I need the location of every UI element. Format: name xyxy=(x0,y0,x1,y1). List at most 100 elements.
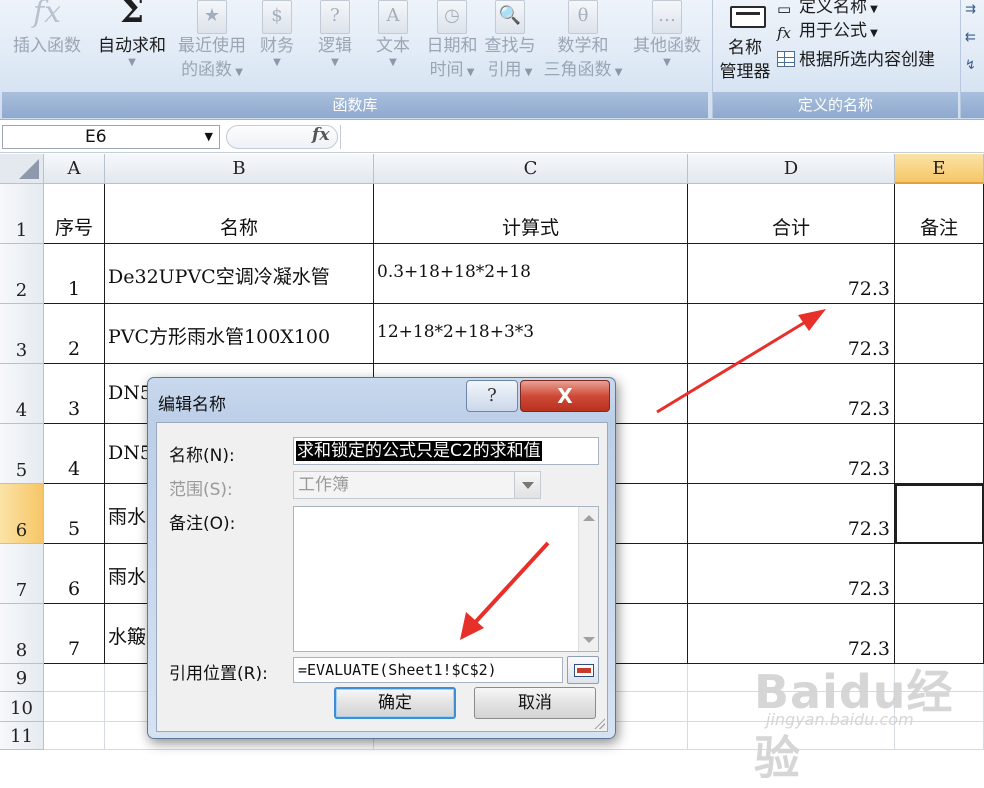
column-header-c[interactable]: C xyxy=(374,154,688,184)
remark-cell[interactable] xyxy=(895,244,984,304)
total-cell[interactable]: 72.3 xyxy=(688,304,895,364)
seq-cell[interactable]: 1 xyxy=(44,244,105,304)
more-functions-button[interactable]: … 其他函数 ▼ xyxy=(628,0,706,68)
recently-used-label-2: 的函数 xyxy=(181,60,233,80)
math-trig-button[interactable]: θ 数学和 三角函数 ▼ xyxy=(540,0,626,82)
header-cell-remark[interactable]: 备注 xyxy=(895,184,984,244)
help-button[interactable]: ? xyxy=(466,380,518,412)
close-button[interactable]: X xyxy=(520,380,610,412)
column-header-b[interactable]: B xyxy=(105,154,374,184)
total-cell[interactable]: 72.3 xyxy=(688,364,895,424)
total-cell[interactable]: 72.3 xyxy=(688,484,895,544)
function-library-group: fx 插入函数 Σ 自动求和 ▼ ★ 最近使用 的函数 ▼ $ 财务 ▼ ? 逻… xyxy=(2,0,708,118)
name-box[interactable]: E6 ▼ xyxy=(2,125,220,149)
remark-cell[interactable] xyxy=(895,544,984,604)
name-field[interactable]: 求和锁定的公式只是C2的求和值 xyxy=(293,437,599,465)
seq-cell[interactable]: 4 xyxy=(44,424,105,484)
remark-cell[interactable] xyxy=(895,364,984,424)
use-in-formula-button[interactable]: fx 用于公式 ▼ xyxy=(777,16,878,41)
cancel-button[interactable]: 取消 xyxy=(474,687,596,719)
header-cell-formula[interactable]: 计算式 xyxy=(374,184,688,244)
row-header[interactable]: 7 xyxy=(0,544,44,604)
total-cell[interactable]: 72.3 xyxy=(688,244,895,304)
name-cell[interactable]: De32UPVC空调冷凝水管 xyxy=(105,244,374,304)
grid-icon xyxy=(777,51,795,67)
formula-cell[interactable]: 0.3+18+18*2+18 xyxy=(374,244,688,304)
scroll-up-icon[interactable] xyxy=(583,515,595,521)
row-header[interactable]: 4 xyxy=(0,364,44,424)
row-header[interactable]: 10 xyxy=(0,692,44,722)
logical-button[interactable]: ? 逻辑 ▼ xyxy=(312,0,358,68)
seq-cell[interactable]: 6 xyxy=(44,544,105,604)
create-from-selection-button[interactable]: 根据所选内容创建 xyxy=(777,45,935,70)
chevron-down-icon: ▼ xyxy=(867,28,878,39)
chevron-down-icon[interactable]: ▼ xyxy=(205,126,213,148)
header-cell-total[interactable]: 合计 xyxy=(688,184,895,244)
row-header[interactable]: 2 xyxy=(0,244,44,304)
insert-function-button[interactable]: fx 插入函数 xyxy=(6,0,88,58)
header-cell-name[interactable]: 名称 xyxy=(105,184,374,244)
comment-textarea[interactable] xyxy=(293,506,599,652)
ok-button[interactable]: 确定 xyxy=(334,687,456,719)
text-button[interactable]: A 文本 ▼ xyxy=(370,0,416,68)
scroll-down-icon[interactable] xyxy=(583,637,595,643)
formula-cell[interactable]: 12+18*2+18+3*3 xyxy=(374,304,688,364)
remark-cell[interactable] xyxy=(895,304,984,364)
resize-grip-icon[interactable] xyxy=(593,717,605,729)
chevron-down-icon: ▼ xyxy=(389,57,397,68)
seq-cell[interactable]: 2 xyxy=(44,304,105,364)
header-cell-seq[interactable]: 序号 xyxy=(44,184,105,244)
row-header[interactable]: 8 xyxy=(0,604,44,664)
name-cell[interactable]: PVC方形雨水管100X100 xyxy=(105,304,374,364)
total-cell[interactable]: 72.3 xyxy=(688,424,895,484)
select-all-button[interactable] xyxy=(0,154,44,184)
trace-precedents-icon[interactable]: ⇉ xyxy=(965,2,976,17)
total-cell[interactable]: 72.3 xyxy=(688,604,895,664)
lookup-reference-label: 查找与 xyxy=(484,36,536,56)
recently-used-button[interactable]: ★ 最近使用 的函数 ▼ xyxy=(172,0,252,82)
trace-dependents-icon[interactable]: ⇇ xyxy=(965,30,976,45)
name-box-value: E6 xyxy=(85,127,107,147)
empty-cell[interactable] xyxy=(44,692,105,722)
column-header-a[interactable]: A xyxy=(44,154,105,184)
more-functions-label: 其他函数 xyxy=(633,36,701,56)
name-label: 名称(N): xyxy=(169,446,235,466)
column-header-d[interactable]: D xyxy=(688,154,895,184)
formula-bar: E6 ▼ fx xyxy=(0,121,984,153)
date-time-label-2: 时间 xyxy=(429,60,464,80)
seq-cell[interactable]: 7 xyxy=(44,604,105,664)
refers-to-field[interactable]: =EVALUATE(Sheet1!$C$2) xyxy=(293,657,563,683)
comment-scrollbar[interactable] xyxy=(578,507,598,651)
date-time-button[interactable]: ◷ 日期和 时间 ▼ xyxy=(424,0,480,82)
defined-names-group: 名称 管理器 ▭ 定义名称 ▼ fx 用于公式 ▼ 根据所选内容创建 定义的名称 xyxy=(712,0,958,118)
row-header[interactable]: 11 xyxy=(0,722,44,750)
total-cell[interactable]: 72.3 xyxy=(688,544,895,604)
autosum-button[interactable]: Σ 自动求和 ▼ xyxy=(92,0,172,68)
collapse-dialog-button[interactable] xyxy=(567,656,599,684)
empty-cell[interactable] xyxy=(44,722,105,750)
remark-cell[interactable] xyxy=(895,424,984,484)
row-header[interactable]: 9 xyxy=(0,664,44,692)
column-header-e[interactable]: E xyxy=(895,154,984,184)
row-header[interactable]: 3 xyxy=(0,304,44,364)
financial-button[interactable]: $ 财务 ▼ xyxy=(254,0,300,68)
seq-cell[interactable]: 5 xyxy=(44,484,105,544)
financial-label: 财务 xyxy=(260,36,294,56)
empty-cell[interactable] xyxy=(44,664,105,692)
magnifier-book-icon: 🔍 xyxy=(495,0,525,34)
remove-arrows-icon[interactable]: ↯ xyxy=(965,58,976,73)
selected-cell-e6[interactable] xyxy=(895,484,984,544)
help-icon: ? xyxy=(487,385,497,406)
row-header[interactable]: 1 xyxy=(0,184,44,244)
name-manager-button[interactable]: 名称 管理器 xyxy=(715,2,775,84)
formula-input[interactable] xyxy=(340,125,984,149)
row-header[interactable]: 5 xyxy=(0,424,44,484)
math-trig-label-2: 三角函数 xyxy=(543,60,612,80)
define-name-button[interactable]: ▭ 定义名称 ▼ xyxy=(777,0,878,17)
lookup-reference-button[interactable]: 🔍 查找与 引用 ▼ xyxy=(482,0,538,82)
name-manager-label-2: 管理器 xyxy=(719,62,771,82)
row-header[interactable]: 6 xyxy=(0,484,44,544)
insert-function-fx-icon[interactable]: fx xyxy=(312,125,329,145)
remark-cell[interactable] xyxy=(895,604,984,664)
seq-cell[interactable]: 3 xyxy=(44,364,105,424)
